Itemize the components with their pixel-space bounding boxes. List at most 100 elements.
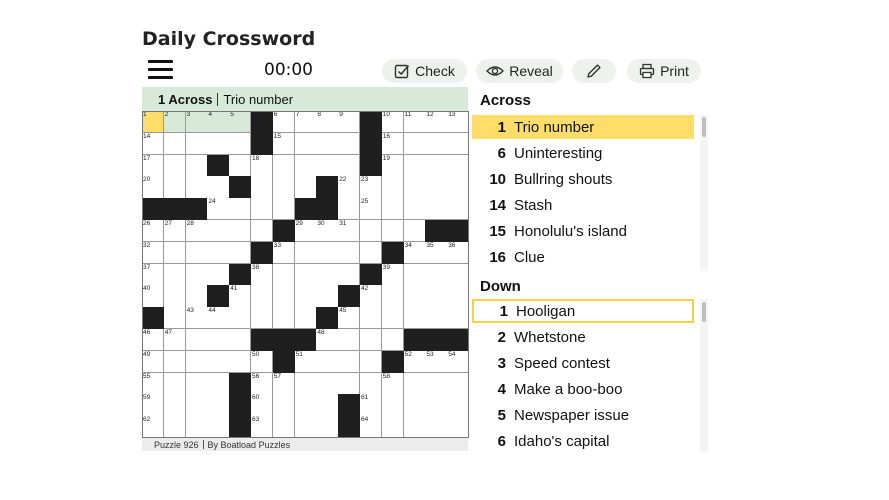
grid-cell[interactable]: 37 <box>142 263 165 286</box>
grid-cell[interactable] <box>338 154 361 177</box>
grid-cell[interactable]: 53 <box>425 350 448 373</box>
grid-cell[interactable] <box>447 176 470 199</box>
grid-cell[interactable]: 35 <box>425 241 448 264</box>
grid-cell[interactable] <box>163 372 186 395</box>
grid-cell[interactable] <box>360 220 383 243</box>
grid-cell[interactable] <box>229 307 252 330</box>
grid-cell[interactable] <box>163 416 186 439</box>
grid-cell[interactable] <box>185 132 208 155</box>
grid-cell[interactable] <box>381 394 404 417</box>
grid-cell[interactable] <box>185 263 208 286</box>
grid-cell[interactable] <box>338 241 361 264</box>
grid-cell[interactable]: 43 <box>185 307 208 330</box>
grid-cell[interactable]: 61 <box>360 394 383 417</box>
grid-cell[interactable] <box>360 307 383 330</box>
grid-cell[interactable] <box>272 416 295 439</box>
across-clue-item[interactable]: 1 Trio number <box>472 115 694 139</box>
grid-cell[interactable] <box>207 394 230 417</box>
grid-cell[interactable] <box>272 198 295 221</box>
grid-cell[interactable] <box>447 198 470 221</box>
grid-cell[interactable] <box>163 176 186 199</box>
grid-cell[interactable]: 47 <box>163 329 186 352</box>
across-clue-item[interactable]: 15 Honolulu's island <box>472 219 694 243</box>
down-clue-item[interactable]: 3 Speed contest <box>472 351 694 375</box>
grid-cell[interactable]: 20 <box>142 176 165 199</box>
grid-cell[interactable] <box>185 350 208 373</box>
grid-cell[interactable]: 30 <box>316 220 339 243</box>
grid-cell[interactable] <box>207 241 230 264</box>
grid-cell[interactable] <box>403 372 426 395</box>
grid-cell[interactable] <box>163 132 186 155</box>
grid-cell[interactable] <box>229 132 252 155</box>
grid-cell[interactable] <box>294 132 317 155</box>
grid-cell[interactable] <box>360 350 383 373</box>
grid-cell[interactable] <box>185 372 208 395</box>
grid-cell[interactable] <box>207 329 230 352</box>
grid-cell[interactable] <box>251 307 274 330</box>
grid-cell[interactable] <box>381 176 404 199</box>
grid-cell[interactable]: 44 <box>207 307 230 330</box>
grid-cell[interactable] <box>229 198 252 221</box>
grid-cell[interactable] <box>338 329 361 352</box>
grid-cell[interactable] <box>272 263 295 286</box>
grid-cell[interactable]: 40 <box>142 285 165 308</box>
grid-cell[interactable] <box>447 394 470 417</box>
grid-cell[interactable]: 22 <box>338 176 361 199</box>
grid-cell[interactable]: 56 <box>251 372 274 395</box>
grid-cell[interactable]: 8 <box>316 111 339 134</box>
grid-cell[interactable]: 57 <box>272 372 295 395</box>
grid-cell[interactable] <box>381 329 404 352</box>
grid-cell[interactable] <box>338 263 361 286</box>
grid-cell[interactable] <box>294 285 317 308</box>
grid-cell[interactable] <box>294 416 317 439</box>
grid-cell[interactable]: 48 <box>316 329 339 352</box>
grid-cell[interactable] <box>447 307 470 330</box>
grid-cell[interactable] <box>316 285 339 308</box>
grid-cell[interactable] <box>447 132 470 155</box>
grid-cell[interactable] <box>316 154 339 177</box>
grid-cell[interactable] <box>163 263 186 286</box>
down-clue-item[interactable]: 6 Idaho's capital <box>472 429 694 453</box>
grid-cell[interactable]: 10 <box>381 111 404 134</box>
grid-cell[interactable] <box>425 176 448 199</box>
grid-cell[interactable] <box>425 416 448 439</box>
grid-cell[interactable] <box>185 154 208 177</box>
grid-cell[interactable]: 55 <box>142 372 165 395</box>
grid-cell[interactable] <box>360 372 383 395</box>
grid-cell[interactable] <box>403 394 426 417</box>
grid-cell[interactable] <box>447 263 470 286</box>
grid-cell[interactable]: 16 <box>381 132 404 155</box>
grid-cell[interactable] <box>381 220 404 243</box>
grid-cell[interactable] <box>229 241 252 264</box>
grid-cell[interactable]: 18 <box>251 154 274 177</box>
grid-cell[interactable] <box>381 307 404 330</box>
grid-cell[interactable]: 11 <box>403 111 426 134</box>
grid-cell[interactable] <box>163 350 186 373</box>
grid-cell[interactable] <box>185 329 208 352</box>
grid-cell[interactable] <box>425 132 448 155</box>
grid-cell[interactable] <box>272 307 295 330</box>
grid-cell[interactable] <box>316 132 339 155</box>
grid-cell[interactable] <box>294 154 317 177</box>
grid-cell[interactable] <box>316 394 339 417</box>
grid-cell[interactable] <box>207 220 230 243</box>
grid-cell[interactable] <box>272 154 295 177</box>
grid-cell[interactable]: 29 <box>294 220 317 243</box>
down-clue-list[interactable]: 1 Hooligan 2 Whetstone 3 Speed contest 4 Make a… <box>472 299 694 451</box>
down-clue-item[interactable]: 2 Whetstone <box>472 325 694 349</box>
grid-cell[interactable] <box>251 198 274 221</box>
grid-cell[interactable]: 59 <box>142 394 165 417</box>
grid-cell[interactable] <box>381 198 404 221</box>
print-button[interactable]: Print <box>627 59 701 83</box>
grid-cell[interactable]: 38 <box>251 263 274 286</box>
grid-cell[interactable] <box>185 416 208 439</box>
grid-cell[interactable]: 4 <box>207 111 230 134</box>
grid-cell[interactable]: 24 <box>207 198 230 221</box>
grid-cell[interactable] <box>207 263 230 286</box>
grid-cell[interactable] <box>185 241 208 264</box>
grid-cell[interactable] <box>207 372 230 395</box>
grid-cell[interactable] <box>403 220 426 243</box>
grid-cell[interactable] <box>338 132 361 155</box>
grid-cell[interactable] <box>403 285 426 308</box>
grid-cell[interactable] <box>447 285 470 308</box>
